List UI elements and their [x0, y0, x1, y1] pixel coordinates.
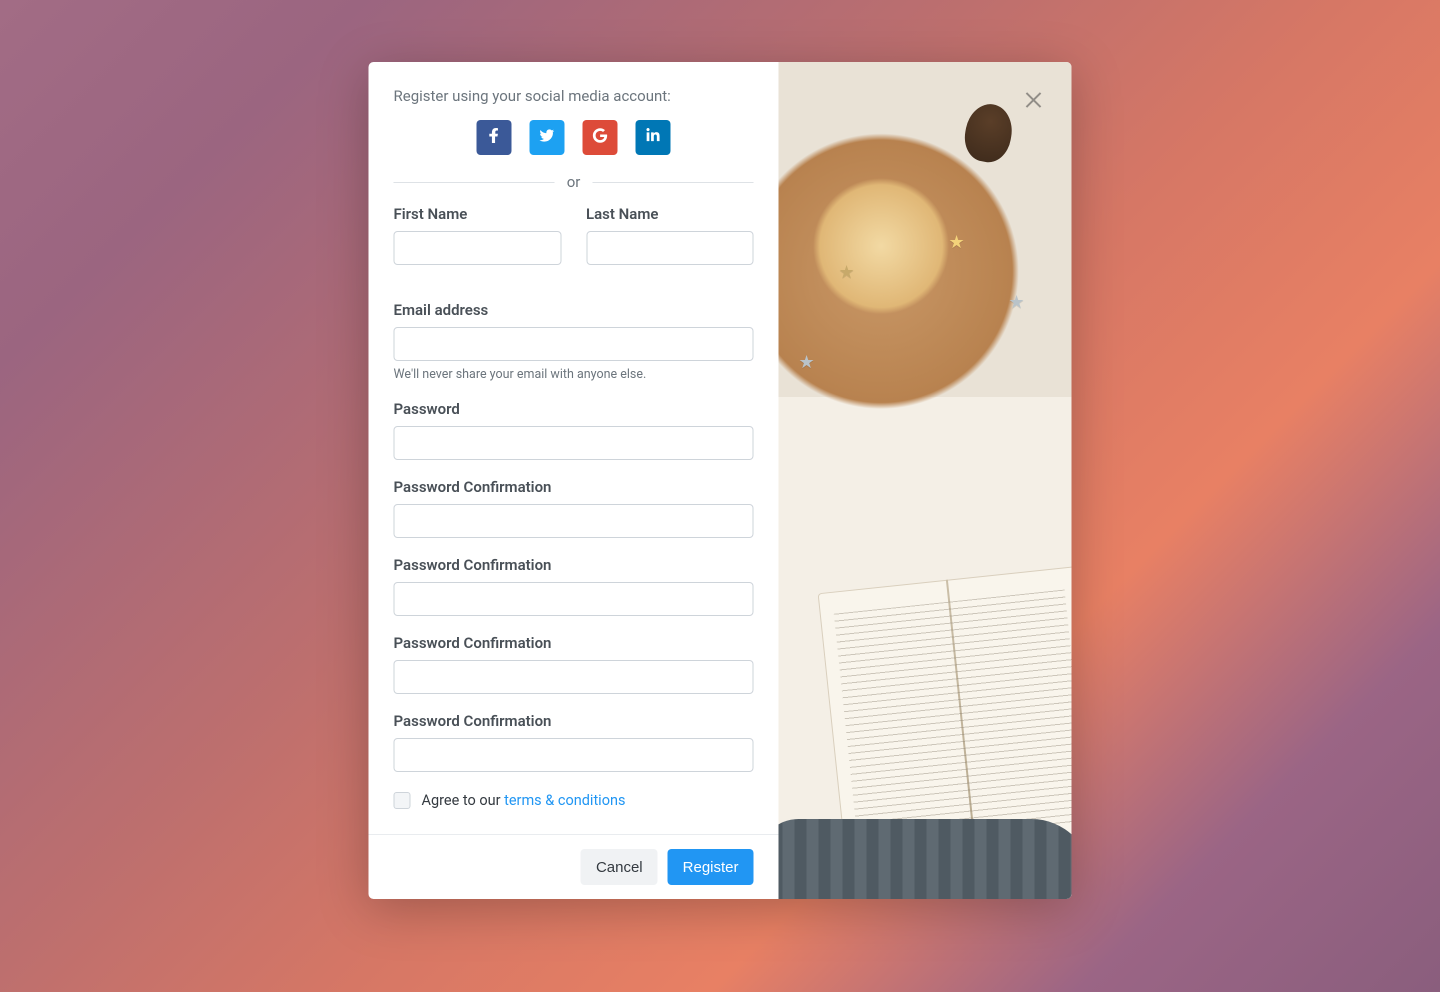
name-row: First Name Last Name [394, 205, 754, 283]
terms-checkbox[interactable] [394, 792, 411, 809]
email-label: Email address [394, 301, 754, 319]
google-button[interactable] [583, 120, 618, 155]
star-icon: ★ [799, 352, 815, 373]
first-name-field: First Name [394, 205, 562, 265]
pinecone-decoration [961, 100, 1016, 165]
social-register-title: Register using your social media account… [394, 87, 754, 105]
password-confirm-field-3: Password Confirmation [394, 634, 754, 694]
password-confirm-label-2: Password Confirmation [394, 556, 754, 574]
star-icon: ★ [1009, 292, 1025, 313]
password-confirm-input-1[interactable] [394, 504, 754, 538]
last-name-field: Last Name [586, 205, 754, 265]
linkedin-button[interactable] [636, 120, 671, 155]
password-confirm-field-4: Password Confirmation [394, 712, 754, 772]
first-name-label: First Name [394, 205, 562, 223]
or-divider-text: or [555, 173, 593, 191]
last-name-input[interactable] [586, 231, 754, 265]
password-confirm-input-4[interactable] [394, 738, 754, 772]
google-icon [593, 128, 608, 147]
modal-footer: Cancel Register [369, 834, 779, 899]
star-icon: ★ [949, 232, 965, 253]
password-confirm-label-3: Password Confirmation [394, 634, 754, 652]
password-confirm-input-3[interactable] [394, 660, 754, 694]
password-confirm-input-2[interactable] [394, 582, 754, 616]
terms-row: Agree to our terms & conditions [394, 792, 754, 809]
close-icon[interactable] [1024, 90, 1044, 110]
social-buttons-row [394, 120, 754, 155]
register-modal: Register using your social media account… [369, 62, 1072, 899]
terms-prefix: Agree to our [422, 792, 505, 809]
star-icon: ★ [839, 262, 855, 283]
facebook-button[interactable] [477, 120, 512, 155]
terms-link[interactable]: terms & conditions [504, 792, 625, 809]
terms-text: Agree to our terms & conditions [422, 792, 626, 809]
first-name-input[interactable] [394, 231, 562, 265]
password-input[interactable] [394, 426, 754, 460]
email-hint: We'll never share your email with anyone… [394, 367, 754, 382]
password-field: Password [394, 400, 754, 460]
email-field: Email address We'll never share your ema… [394, 301, 754, 382]
register-button[interactable]: Register [668, 849, 754, 885]
modal-side-image: ★ ★ ★ ★ [779, 62, 1072, 899]
last-name-label: Last Name [586, 205, 754, 223]
password-label: Password [394, 400, 754, 418]
facebook-icon [487, 128, 502, 147]
twitter-icon [540, 128, 555, 147]
or-divider: or [394, 173, 754, 191]
email-input[interactable] [394, 327, 754, 361]
password-confirm-label-1: Password Confirmation [394, 478, 754, 496]
password-confirm-field-2: Password Confirmation [394, 556, 754, 616]
blanket-decoration [779, 819, 1072, 899]
twitter-button[interactable] [530, 120, 565, 155]
password-confirm-field-1: Password Confirmation [394, 478, 754, 538]
modal-body: Register using your social media account… [369, 62, 779, 899]
linkedin-icon [646, 128, 661, 147]
cancel-button[interactable]: Cancel [581, 849, 658, 885]
password-confirm-label-4: Password Confirmation [394, 712, 754, 730]
